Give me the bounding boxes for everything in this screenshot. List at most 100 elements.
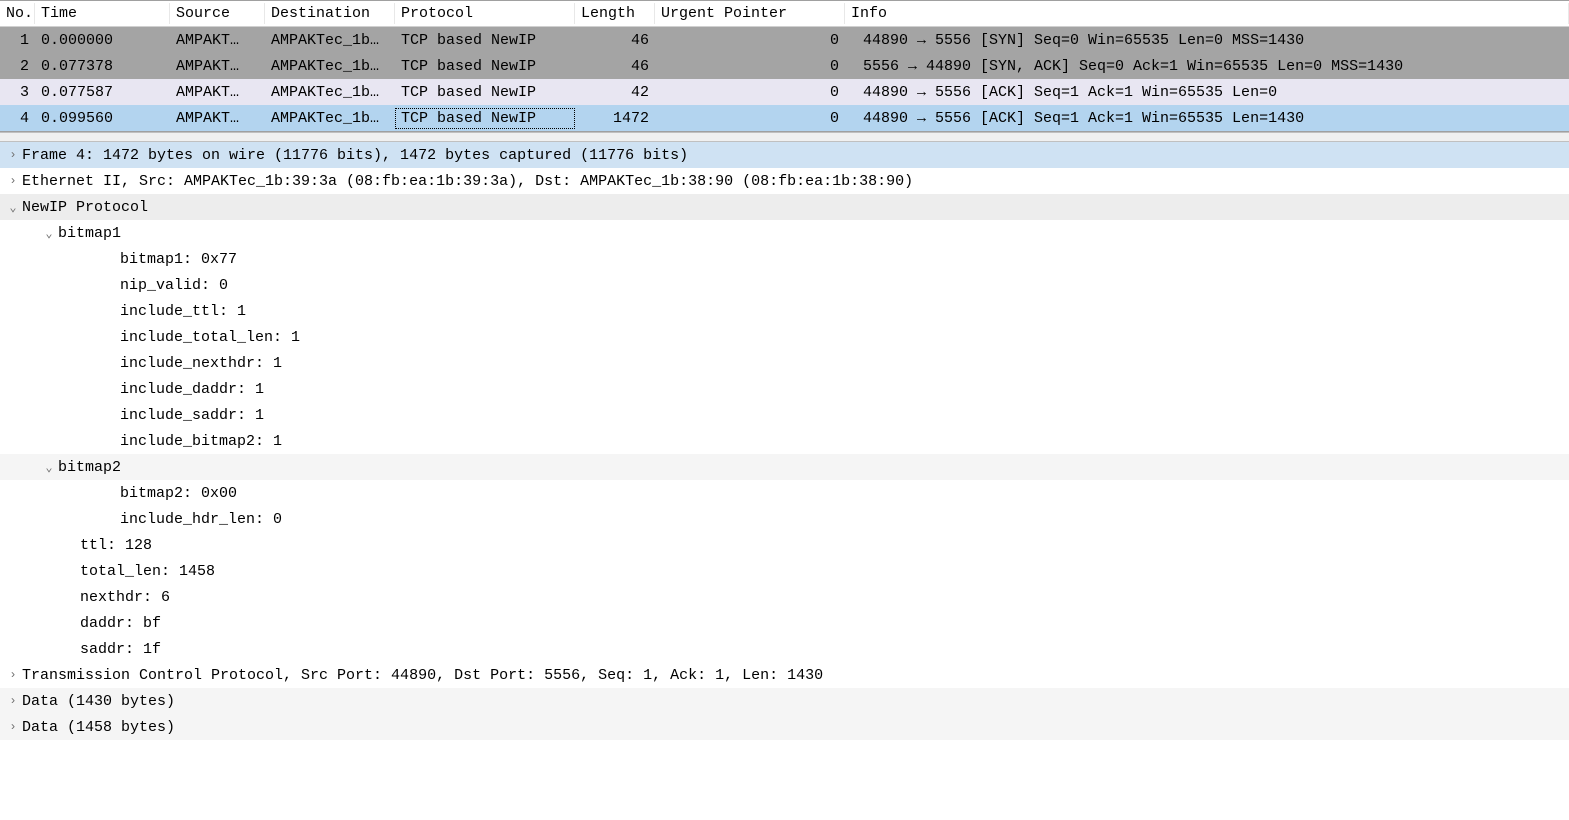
- tree-leaf[interactable]: nip_valid: 0: [0, 272, 1569, 298]
- col-header-urgent[interactable]: Urgent Pointer: [655, 3, 845, 24]
- cell-protocol: TCP based NewIP: [395, 82, 575, 103]
- newip-label: NewIP Protocol: [22, 199, 1569, 216]
- newip-field: daddr: bf: [80, 615, 1569, 632]
- pane-divider[interactable]: [0, 132, 1569, 142]
- tree-leaf[interactable]: total_len: 1458: [0, 558, 1569, 584]
- cell-time: 0.077378: [35, 56, 170, 77]
- cell-protocol: TCP based NewIP: [395, 30, 575, 51]
- chevron-right-icon[interactable]: ›: [4, 694, 22, 708]
- tree-leaf[interactable]: include_total_len: 1: [0, 324, 1569, 350]
- cell-length: 42: [575, 82, 655, 103]
- bitmap1-label: bitmap1: [58, 225, 1569, 242]
- cell-urgent: 0: [655, 82, 845, 103]
- cell-info: 44890 → 5556 [SYN] Seq=0 Win=65535 Len=0…: [845, 30, 1569, 51]
- col-header-time[interactable]: Time: [35, 3, 170, 24]
- tree-ethernet[interactable]: › Ethernet II, Src: AMPAKTec_1b:39:3a (0…: [0, 168, 1569, 194]
- col-header-destination[interactable]: Destination: [265, 3, 395, 24]
- cell-source: AMPAKT…: [170, 56, 265, 77]
- data-summary: Data (1458 bytes): [22, 719, 1569, 736]
- tree-leaf[interactable]: ttl: 128: [0, 532, 1569, 558]
- tree-leaf[interactable]: include_ttl: 1: [0, 298, 1569, 324]
- frame-summary: Frame 4: 1472 bytes on wire (11776 bits)…: [22, 147, 1569, 164]
- cell-length: 1472: [575, 108, 655, 129]
- bitmap1-item: bitmap1: 0x77: [120, 251, 1569, 268]
- data-summary: Data (1430 bytes): [22, 693, 1569, 710]
- bitmap1-item: include_daddr: 1: [120, 381, 1569, 398]
- tree-leaf[interactable]: bitmap1: 0x77: [0, 246, 1569, 272]
- cell-destination: AMPAKTec_1b…: [265, 108, 395, 129]
- newip-field: nexthdr: 6: [80, 589, 1569, 606]
- chevron-down-icon[interactable]: ⌄: [40, 226, 58, 241]
- tree-bitmap1[interactable]: ⌄ bitmap1: [0, 220, 1569, 246]
- tree-leaf[interactable]: include_hdr_len: 0: [0, 506, 1569, 532]
- cell-protocol-focused: TCP based NewIP: [395, 108, 575, 129]
- tree-frame[interactable]: › Frame 4: 1472 bytes on wire (11776 bit…: [0, 142, 1569, 168]
- chevron-down-icon[interactable]: ⌄: [40, 460, 58, 475]
- bitmap1-item: include_ttl: 1: [120, 303, 1569, 320]
- cell-destination: AMPAKTec_1b…: [265, 56, 395, 77]
- cell-info: 44890 → 5556 [ACK] Seq=1 Ack=1 Win=65535…: [845, 108, 1569, 129]
- packet-row[interactable]: 1 0.000000 AMPAKT… AMPAKTec_1b… TCP base…: [0, 27, 1569, 53]
- newip-field: saddr: 1f: [80, 641, 1569, 658]
- tree-leaf[interactable]: bitmap2: 0x00: [0, 480, 1569, 506]
- chevron-down-icon[interactable]: ⌄: [4, 200, 22, 215]
- bitmap2-item: include_hdr_len: 0: [120, 511, 1569, 528]
- cell-no: 2: [0, 56, 35, 77]
- bitmap1-item: include_nexthdr: 1: [120, 355, 1569, 372]
- cell-source: AMPAKT…: [170, 82, 265, 103]
- bitmap2-item: bitmap2: 0x00: [120, 485, 1569, 502]
- cell-time: 0.099560: [35, 108, 170, 129]
- tree-leaf[interactable]: nexthdr: 6: [0, 584, 1569, 610]
- col-header-info[interactable]: Info: [845, 3, 1569, 24]
- cell-info: 5556 → 44890 [SYN, ACK] Seq=0 Ack=1 Win=…: [845, 56, 1569, 77]
- cell-length: 46: [575, 30, 655, 51]
- cell-info: 44890 → 5556 [ACK] Seq=1 Ack=1 Win=65535…: [845, 82, 1569, 103]
- chevron-right-icon[interactable]: ›: [4, 668, 22, 682]
- bitmap1-item: include_bitmap2: 1: [120, 433, 1569, 450]
- packet-list-pane: No. Time Source Destination Protocol Len…: [0, 0, 1569, 132]
- tcp-summary: Transmission Control Protocol, Src Port:…: [22, 667, 1569, 684]
- tree-leaf[interactable]: include_bitmap2: 1: [0, 428, 1569, 454]
- cell-source: AMPAKT…: [170, 30, 265, 51]
- col-header-no[interactable]: No.: [0, 3, 35, 24]
- tree-bitmap2[interactable]: ⌄ bitmap2: [0, 454, 1569, 480]
- cell-protocol: TCP based NewIP: [395, 56, 575, 77]
- cell-urgent: 0: [655, 108, 845, 129]
- col-header-source[interactable]: Source: [170, 3, 265, 24]
- tree-leaf[interactable]: include_saddr: 1: [0, 402, 1569, 428]
- bitmap1-item: nip_valid: 0: [120, 277, 1569, 294]
- cell-source: AMPAKT…: [170, 108, 265, 129]
- packet-row[interactable]: 2 0.077378 AMPAKT… AMPAKTec_1b… TCP base…: [0, 53, 1569, 79]
- cell-length: 46: [575, 56, 655, 77]
- packet-row[interactable]: 3 0.077587 AMPAKT… AMPAKTec_1b… TCP base…: [0, 79, 1569, 105]
- bitmap1-item: include_total_len: 1: [120, 329, 1569, 346]
- tree-leaf[interactable]: include_nexthdr: 1: [0, 350, 1569, 376]
- ethernet-summary: Ethernet II, Src: AMPAKTec_1b:39:3a (08:…: [22, 173, 1569, 190]
- tree-leaf[interactable]: saddr: 1f: [0, 636, 1569, 662]
- newip-field: total_len: 1458: [80, 563, 1569, 580]
- col-header-protocol[interactable]: Protocol: [395, 3, 575, 24]
- cell-destination: AMPAKTec_1b…: [265, 82, 395, 103]
- cell-no: 1: [0, 30, 35, 51]
- tree-leaf[interactable]: include_daddr: 1: [0, 376, 1569, 402]
- tree-leaf[interactable]: daddr: bf: [0, 610, 1569, 636]
- chevron-right-icon[interactable]: ›: [4, 174, 22, 188]
- cell-urgent: 0: [655, 56, 845, 77]
- col-header-length[interactable]: Length: [575, 3, 655, 24]
- cell-no: 4: [0, 108, 35, 129]
- chevron-right-icon[interactable]: ›: [4, 148, 22, 162]
- packet-row-selected[interactable]: 4 0.099560 AMPAKT… AMPAKTec_1b… TCP base…: [0, 105, 1569, 131]
- chevron-right-icon[interactable]: ›: [4, 720, 22, 734]
- bitmap1-item: include_saddr: 1: [120, 407, 1569, 424]
- tree-newip[interactable]: ⌄ NewIP Protocol: [0, 194, 1569, 220]
- bitmap2-label: bitmap2: [58, 459, 1569, 476]
- cell-destination: AMPAKTec_1b…: [265, 30, 395, 51]
- cell-time: 0.000000: [35, 30, 170, 51]
- cell-time: 0.077587: [35, 82, 170, 103]
- newip-field: ttl: 128: [80, 537, 1569, 554]
- tree-data[interactable]: › Data (1430 bytes): [0, 688, 1569, 714]
- cell-no: 3: [0, 82, 35, 103]
- cell-urgent: 0: [655, 30, 845, 51]
- tree-data[interactable]: › Data (1458 bytes): [0, 714, 1569, 740]
- tree-tcp[interactable]: › Transmission Control Protocol, Src Por…: [0, 662, 1569, 688]
